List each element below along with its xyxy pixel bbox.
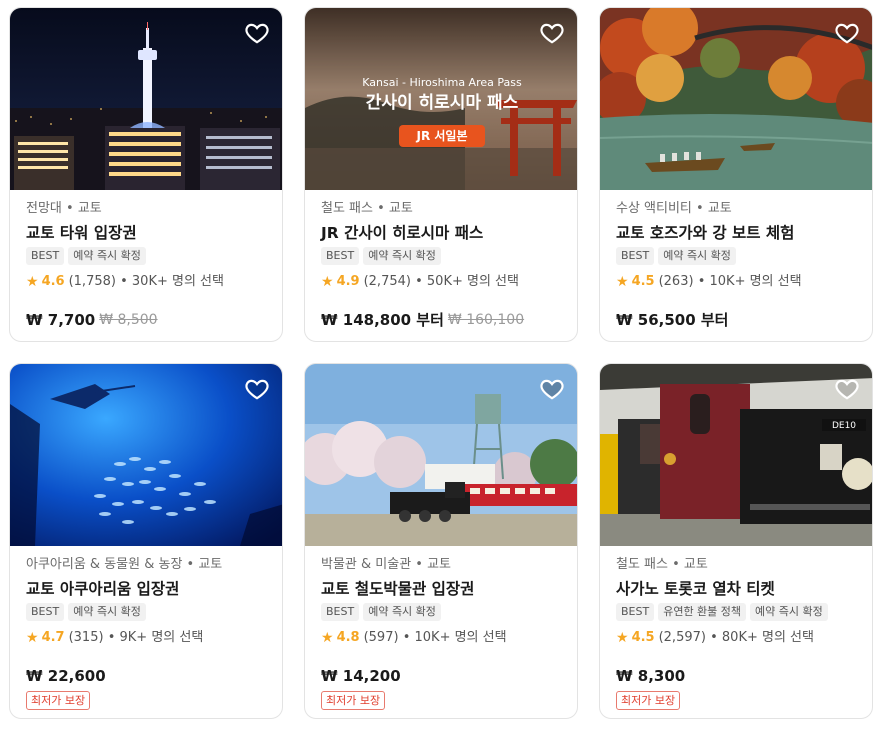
star-icon: ★ xyxy=(321,274,334,290)
sagano-train-photo: DE10 xyxy=(600,364,872,546)
price: ₩ 22,600 xyxy=(26,667,106,685)
wishlist-heart-icon[interactable] xyxy=(834,20,860,46)
aquarium-tank-photo xyxy=(10,364,282,546)
rating-row: ★ 4.5 (263) • 10K+ 명의 선택 xyxy=(616,272,858,292)
card-image[interactable] xyxy=(10,364,282,546)
tag-instant-confirm: 예약 즉시 확정 xyxy=(68,603,146,621)
star-icon: ★ xyxy=(26,274,39,290)
rating-row: ★ 4.6 (1,758) • 30K+ 명의 선택 xyxy=(26,272,268,292)
train-plate: DE10 xyxy=(832,421,856,431)
chosen-count: • 30K+ 명의 선택 xyxy=(120,274,224,289)
rating-row: ★ 4.5 (2,597) • 80K+ 명의 선택 xyxy=(616,628,858,648)
chosen-count: • 9K+ 명의 선택 xyxy=(107,630,204,645)
jr-west-pill: JR 서일본 xyxy=(415,128,467,143)
star-icon: ★ xyxy=(616,274,629,290)
card-image[interactable] xyxy=(600,8,872,190)
railway-museum-photo xyxy=(305,364,577,546)
price: ₩ 7,700 xyxy=(26,311,96,329)
card-image[interactable] xyxy=(305,364,577,546)
tag-flexible-refund: 유연한 환불 정책 xyxy=(658,603,747,621)
card-title[interactable]: 교토 철도박물관 입장권 xyxy=(321,578,563,600)
tag-instant-confirm: 예약 즉시 확정 xyxy=(363,247,441,265)
product-card-railway-museum[interactable]: 박물관 & 미술관 • 교토 교토 철도박물관 입장권 BEST 예약 즉시 확… xyxy=(304,363,578,719)
tag-best: BEST xyxy=(616,603,655,621)
lowest-price-badge: 최저가 보장 xyxy=(26,691,91,710)
tag-instant-confirm: 예약 즉시 확정 xyxy=(363,603,441,621)
star-icon: ★ xyxy=(616,630,629,646)
rating-score: 4.8 xyxy=(336,630,360,645)
price: ₩ 56,500 부터 xyxy=(616,311,729,329)
review-count: (2,754) xyxy=(363,274,411,289)
rating-score: 4.7 xyxy=(41,630,65,645)
chosen-count: • 80K+ 명의 선택 xyxy=(710,630,814,645)
rating-score: 4.6 xyxy=(41,274,65,289)
product-card-jr-pass[interactable]: Kansai - Hiroshima Area Pass 간사이 히로시마 패스… xyxy=(304,7,578,342)
chosen-count: • 10K+ 명의 선택 xyxy=(402,630,507,645)
tag-instant-confirm: 예약 즉시 확정 xyxy=(658,247,736,265)
wishlist-heart-icon[interactable] xyxy=(539,376,565,402)
original-price: ₩ 8,500 xyxy=(99,312,158,328)
price: ₩ 14,200 xyxy=(321,667,401,685)
wishlist-heart-icon[interactable] xyxy=(834,376,860,402)
product-card-kyoto-aquarium[interactable]: 아쿠아리움 & 동물원 & 농장 • 교토 교토 아쿠아리움 입장권 BEST … xyxy=(9,363,283,719)
wishlist-heart-icon[interactable] xyxy=(244,20,270,46)
review-count: (1,758) xyxy=(68,274,116,289)
card-image[interactable]: DE10 xyxy=(600,364,872,546)
card-title[interactable]: 교토 아쿠아리움 입장권 xyxy=(26,578,268,600)
price: ₩ 8,300 xyxy=(616,667,686,685)
price: ₩ 148,800 부터 xyxy=(321,311,444,329)
review-count: (315) xyxy=(68,630,104,645)
rating-score: 4.5 xyxy=(631,630,655,645)
rating-score: 4.9 xyxy=(336,274,360,289)
card-category: 박물관 & 미술관 • 교토 xyxy=(321,557,452,572)
tag-instant-confirm: 예약 즉시 확정 xyxy=(68,247,146,265)
lowest-price-badge: 최저가 보장 xyxy=(321,691,386,710)
river-boat-autumn-photo xyxy=(600,8,872,190)
star-icon: ★ xyxy=(26,630,39,646)
star-icon: ★ xyxy=(321,630,334,646)
pass-headline: 간사이 히로시마 패스 xyxy=(366,93,519,113)
card-category: 아쿠아리움 & 동물원 & 농장 • 교토 xyxy=(26,557,223,572)
card-category: 수상 액티비티 • 교토 xyxy=(616,201,732,216)
tag-instant-confirm: 예약 즉시 확정 xyxy=(750,603,828,621)
tag-best: BEST xyxy=(321,603,360,621)
rating-row: ★ 4.7 (315) • 9K+ 명의 선택 xyxy=(26,628,268,648)
product-card-sagano-romantic-train[interactable]: DE10 철도 패스 • 교토 사가노 토롯코 열차 티켓 BEST 유연한 환… xyxy=(599,363,873,719)
card-category: 철도 패스 • 교토 xyxy=(616,557,708,572)
wishlist-heart-icon[interactable] xyxy=(539,20,565,46)
original-price: ₩ 160,100 xyxy=(447,312,525,328)
rating-row: ★ 4.8 (597) • 10K+ 명의 선택 xyxy=(321,628,563,648)
miyajima-torii-photo: Kansai - Hiroshima Area Pass 간사이 히로시마 패스… xyxy=(305,8,577,190)
card-image[interactable]: Kansai - Hiroshima Area Pass 간사이 히로시마 패스… xyxy=(305,8,577,190)
review-count: (597) xyxy=(363,630,399,645)
product-card-hozugawa-boat[interactable]: 수상 액티비티 • 교토 교토 호즈가와 강 보트 체험 BEST 예약 즉시 … xyxy=(599,7,873,342)
tag-best: BEST xyxy=(321,247,360,265)
card-category: 철도 패스 • 교토 xyxy=(321,201,413,216)
tag-best: BEST xyxy=(616,247,655,265)
kyoto-tower-night-photo xyxy=(10,8,282,190)
card-title[interactable]: 교토 호즈가와 강 보트 체험 xyxy=(616,222,858,244)
lowest-price-badge: 최저가 보장 xyxy=(616,691,681,710)
pass-subtitle: Kansai - Hiroshima Area Pass xyxy=(362,76,522,89)
chosen-count: • 50K+ 명의 선택 xyxy=(415,274,519,289)
card-title[interactable]: 교토 타워 입장권 xyxy=(26,222,268,244)
wishlist-heart-icon[interactable] xyxy=(244,376,270,402)
review-count: (263) xyxy=(658,274,694,289)
tag-best: BEST xyxy=(26,247,65,265)
card-title[interactable]: JR 간사이 히로시마 패스 xyxy=(321,222,563,244)
rating-row: ★ 4.9 (2,754) • 50K+ 명의 선택 xyxy=(321,272,563,292)
card-title[interactable]: 사가노 토롯코 열차 티켓 xyxy=(616,578,858,600)
card-image[interactable] xyxy=(10,8,282,190)
rating-score: 4.5 xyxy=(631,274,655,289)
tag-best: BEST xyxy=(26,603,65,621)
review-count: (2,597) xyxy=(658,630,706,645)
chosen-count: • 10K+ 명의 선택 xyxy=(697,274,802,289)
card-category: 전망대 • 교토 xyxy=(26,201,102,216)
product-card-kyoto-tower[interactable]: 전망대 • 교토 교토 타워 입장권 BEST 예약 즉시 확정 ★ 4.6 (… xyxy=(9,7,283,342)
